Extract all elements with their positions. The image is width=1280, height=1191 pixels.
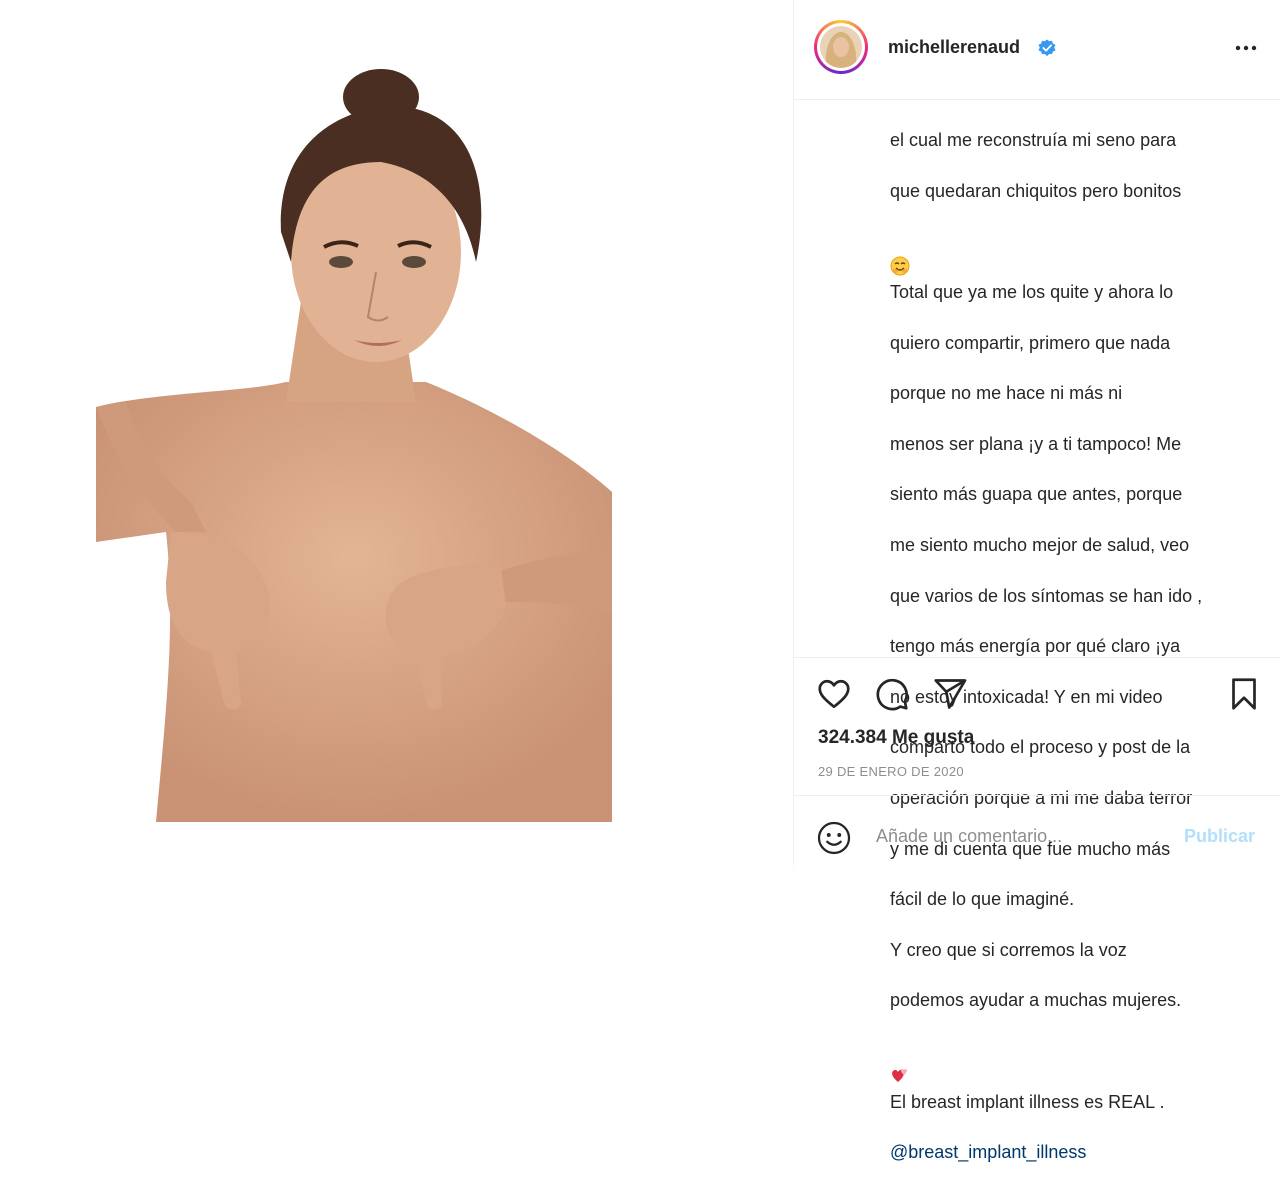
caption-line: menos ser plana ¡y a ti tampoco! Me xyxy=(890,433,1182,454)
smiley-icon[interactable] xyxy=(816,820,852,856)
avatar[interactable] xyxy=(814,20,868,74)
bookmark-icon[interactable] xyxy=(1226,676,1262,712)
caption-line: porque no me hace ni más ni xyxy=(890,383,1123,404)
comment-bar: Publicar xyxy=(794,795,1280,865)
post-photo xyxy=(96,62,612,822)
caption-line: que quedaran chiquitos pero bonitos xyxy=(890,180,1182,201)
caption-line: Total que ya me los quite y ahora lo xyxy=(890,282,1174,303)
caption-line: me siento mucho mejor de salud, veo xyxy=(890,535,1190,556)
comment-input[interactable] xyxy=(876,826,1156,847)
likes-count[interactable]: 324.384 Me gusta xyxy=(818,727,974,749)
post-header: michellerenaud xyxy=(794,0,1280,100)
share-icon[interactable] xyxy=(932,676,968,712)
caption-line xyxy=(890,229,1250,276)
caption-line: siento más guapa que antes, porque xyxy=(890,484,1183,505)
avatar-image xyxy=(820,26,862,68)
post-date[interactable]: 29 DE ENERO DE 2020 xyxy=(818,764,964,779)
two-hearts-emoji-icon xyxy=(892,1069,907,1083)
hugging-face-emoji-icon xyxy=(890,256,910,276)
caption-line xyxy=(890,1039,1250,1083)
caption-line: El breast implant illness es REAL . xyxy=(890,1091,1165,1112)
post-media[interactable] xyxy=(0,0,795,865)
more-options-icon[interactable] xyxy=(1234,36,1258,60)
caption-line: que varios de los síntomas se han ido , xyxy=(890,585,1203,606)
publish-button[interactable]: Publicar xyxy=(1184,826,1255,847)
heart-icon[interactable] xyxy=(816,676,852,712)
username-link[interactable]: michellerenaud xyxy=(888,37,1020,58)
caption-line: Y creo que si corremos la voz xyxy=(890,939,1127,960)
caption-line: podemos ayudar a muchas mujeres. xyxy=(890,990,1182,1011)
caption-line: tengo más energía por qué claro ¡ya xyxy=(890,636,1181,657)
post-caption: el cual me reconstruía mi seno para que … xyxy=(890,103,1250,1191)
mention-link[interactable]: @breast_implant_illness xyxy=(890,1140,1250,1165)
comment-icon[interactable] xyxy=(874,676,910,712)
post-side-panel: michellerenaud el cual me reconstruía mi… xyxy=(794,0,1280,1162)
caption-line: quiero compartir, primero que nada xyxy=(890,332,1171,353)
caption-line: fácil de lo que imaginé. xyxy=(890,889,1075,910)
verified-badge-icon xyxy=(1038,39,1056,57)
caption-line: el cual me reconstruía mi seno para xyxy=(890,130,1177,151)
